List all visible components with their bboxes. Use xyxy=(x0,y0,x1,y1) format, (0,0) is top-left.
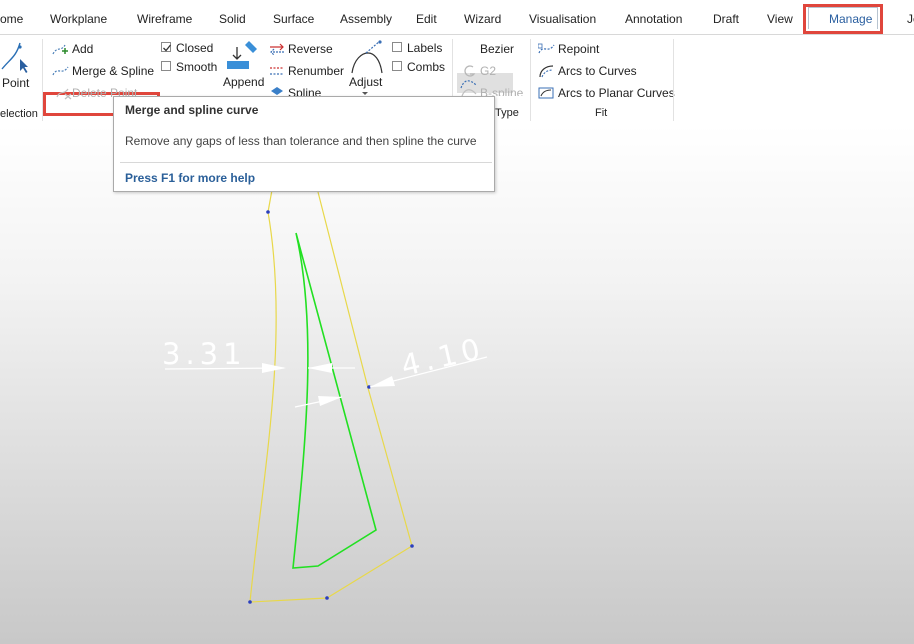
merge-spline-button[interactable]: Merge & Spline xyxy=(72,64,154,78)
tab-draft[interactable]: Draft xyxy=(713,12,739,26)
check-icon xyxy=(163,44,172,52)
labels-checkbox[interactable] xyxy=(392,42,402,52)
merge-spline-icon[interactable] xyxy=(52,64,70,78)
dim-right-value: 4.10 xyxy=(398,331,488,383)
tab-wireframe[interactable]: Wireframe xyxy=(137,12,192,26)
dim-right-arrow xyxy=(318,396,342,406)
arcs-to-curves-button[interactable]: Arcs to Curves xyxy=(558,64,637,78)
dim-left-value: 3.31 xyxy=(162,337,247,371)
g2-icon xyxy=(464,65,476,77)
add-button[interactable]: Add xyxy=(72,42,93,56)
smooth-label[interactable]: Smooth xyxy=(176,60,217,74)
smooth-checkbox[interactable] xyxy=(161,61,171,71)
closed-label[interactable]: Closed xyxy=(176,41,213,55)
dim-right-arrow xyxy=(370,376,395,387)
tab-je[interactable]: Je xyxy=(907,12,914,26)
tab-solid[interactable]: Solid xyxy=(219,12,246,26)
reverse-icon[interactable] xyxy=(269,43,285,55)
outer-profile-top-edge xyxy=(267,189,273,213)
separator xyxy=(530,39,531,121)
inner-profile-curve xyxy=(292,232,377,569)
repoint-button[interactable]: Repoint xyxy=(558,42,599,56)
outer-vertex-point xyxy=(410,544,414,548)
menu-tabs: ome Workplane Wireframe Solid Surface As… xyxy=(0,0,914,38)
tooltip-body: Remove any gaps of less than tolerance a… xyxy=(125,134,477,148)
reverse-button[interactable]: Reverse xyxy=(288,42,333,56)
labels-label[interactable]: Labels xyxy=(407,41,442,55)
tab-view[interactable]: View xyxy=(767,12,793,26)
point-curve-icon[interactable] xyxy=(0,39,30,75)
tooltip-divider xyxy=(120,162,492,163)
tab-annotation[interactable]: Annotation xyxy=(625,12,682,26)
bezier-button[interactable]: Bezier xyxy=(480,42,514,56)
combs-label[interactable]: Combs xyxy=(407,60,445,74)
outer-vertex-point xyxy=(266,210,270,214)
selection-group-label: election xyxy=(0,108,38,120)
renumber-button[interactable]: Renumber xyxy=(288,64,344,78)
tab-visualisation[interactable]: Visualisation xyxy=(529,12,596,26)
tab-edit[interactable]: Edit xyxy=(416,12,437,26)
arcs-to-curves-icon[interactable] xyxy=(538,64,555,78)
tab-workplane[interactable]: Workplane xyxy=(50,12,107,26)
separator xyxy=(673,39,674,121)
tab-wizard[interactable]: Wizard xyxy=(464,12,501,26)
repoint-icon[interactable] xyxy=(538,42,555,56)
tab-surface[interactable]: Surface xyxy=(273,12,314,26)
adjust-icon[interactable] xyxy=(350,39,384,75)
dim-left-arrow xyxy=(308,363,332,373)
spline-button[interactable]: Spline xyxy=(288,86,321,96)
closed-checkbox[interactable] xyxy=(161,42,172,52)
adjust-button[interactable]: Adjust xyxy=(349,75,382,89)
point-button-label[interactable]: Point xyxy=(2,76,29,90)
bspline-button: B-spline xyxy=(480,86,524,96)
delete-point-icon xyxy=(56,88,72,100)
merge-spline-tooltip: Merge and spline curve Remove any gaps o… xyxy=(113,96,495,192)
tooltip-title: Merge and spline curve xyxy=(125,103,259,117)
append-icon[interactable] xyxy=(225,41,261,73)
spline-icon[interactable] xyxy=(270,86,284,96)
append-button[interactable]: Append xyxy=(223,75,264,89)
graphics-viewport[interactable]: 3.31 4.10 xyxy=(0,125,914,644)
outer-vertex-point xyxy=(325,596,329,600)
tab-assembly[interactable]: Assembly xyxy=(340,12,392,26)
renumber-icon[interactable] xyxy=(269,65,285,77)
combs-checkbox[interactable] xyxy=(392,61,402,71)
tab-home[interactable]: ome xyxy=(0,12,23,26)
arcs-to-planar-curves-button[interactable]: Arcs to Planar Curves xyxy=(558,86,675,100)
arcs-to-planar-curves-icon[interactable] xyxy=(538,86,555,100)
fit-group-label: Fit xyxy=(595,107,608,119)
g2-button: G2 xyxy=(480,64,497,78)
outer-vertex-point xyxy=(248,600,252,604)
model-drawing: 3.31 4.10 xyxy=(162,189,488,604)
tab-manage-label[interactable]: Manage xyxy=(829,12,872,26)
tooltip-help-link[interactable]: Press F1 for more help xyxy=(125,171,255,185)
add-point-icon[interactable] xyxy=(52,42,69,56)
type-group-label: Type xyxy=(495,107,519,119)
